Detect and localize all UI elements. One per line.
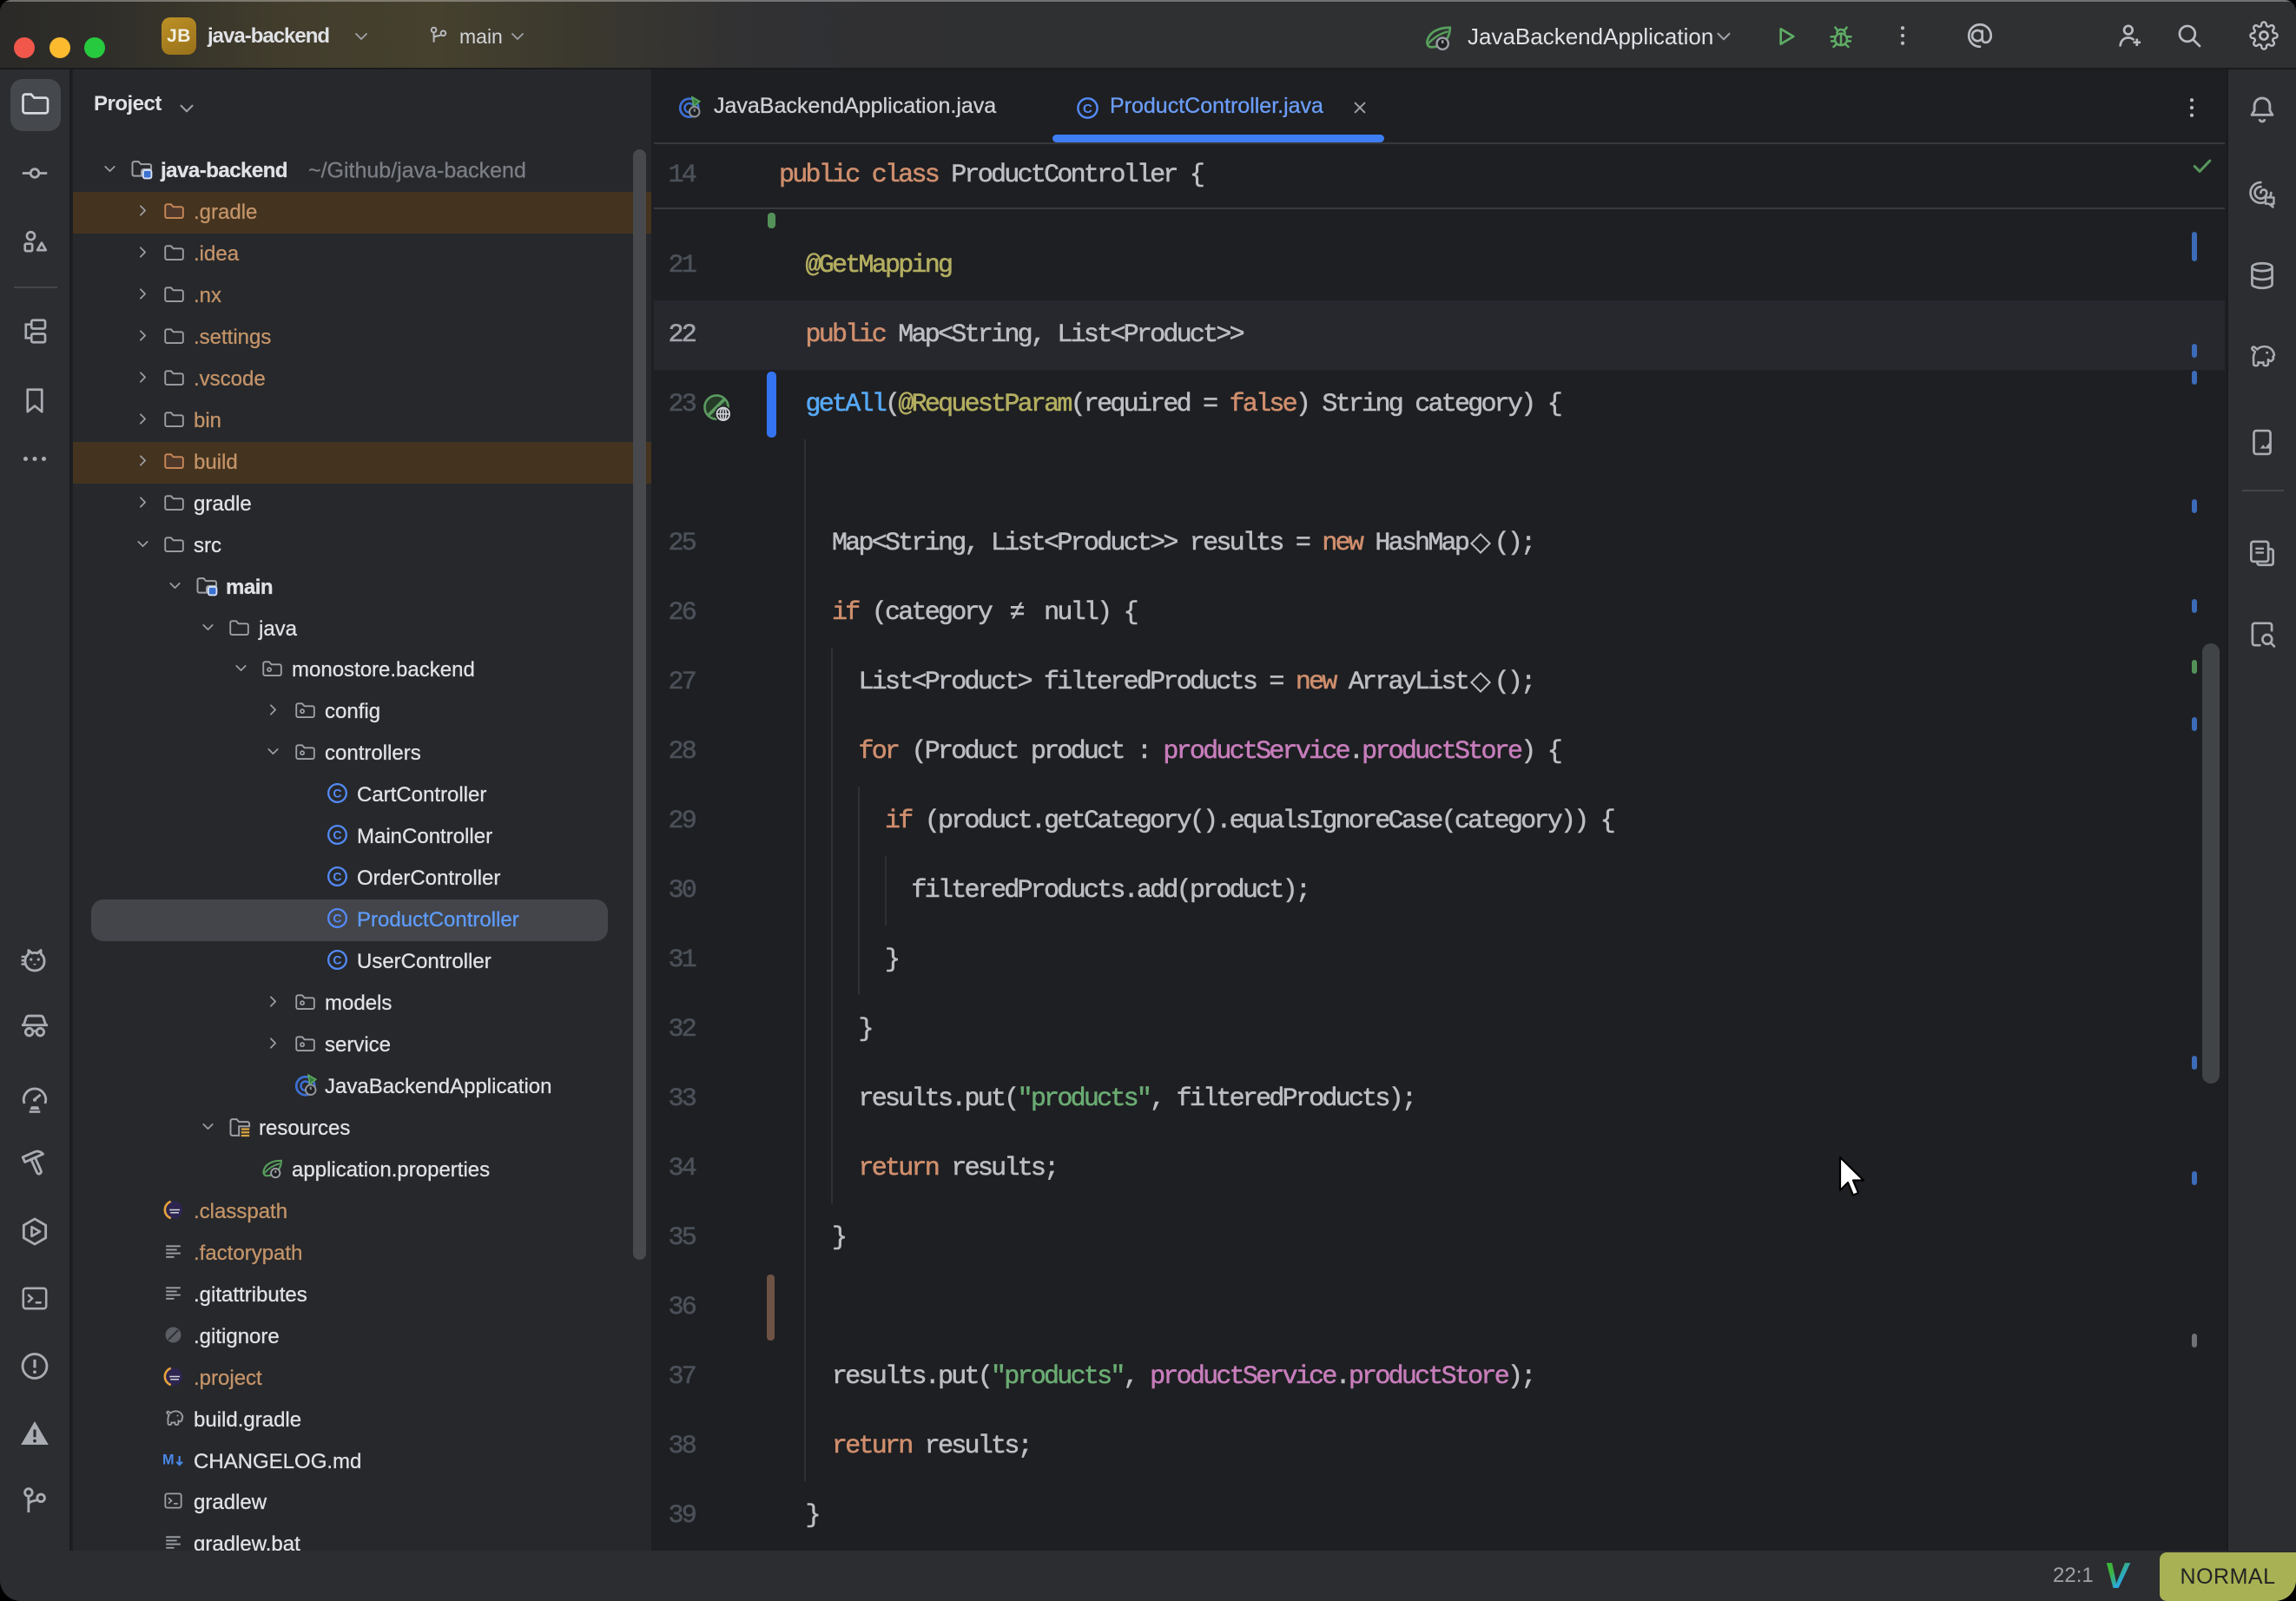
svg-text:C: C: [1083, 102, 1092, 116]
svg-text:C: C: [333, 953, 341, 967]
svg-text:C: C: [333, 828, 341, 842]
svg-text:C: C: [333, 787, 341, 800]
svg-text:C: C: [333, 870, 341, 884]
svg-text:C: C: [333, 912, 341, 926]
svg-text:M: M: [162, 1452, 175, 1467]
